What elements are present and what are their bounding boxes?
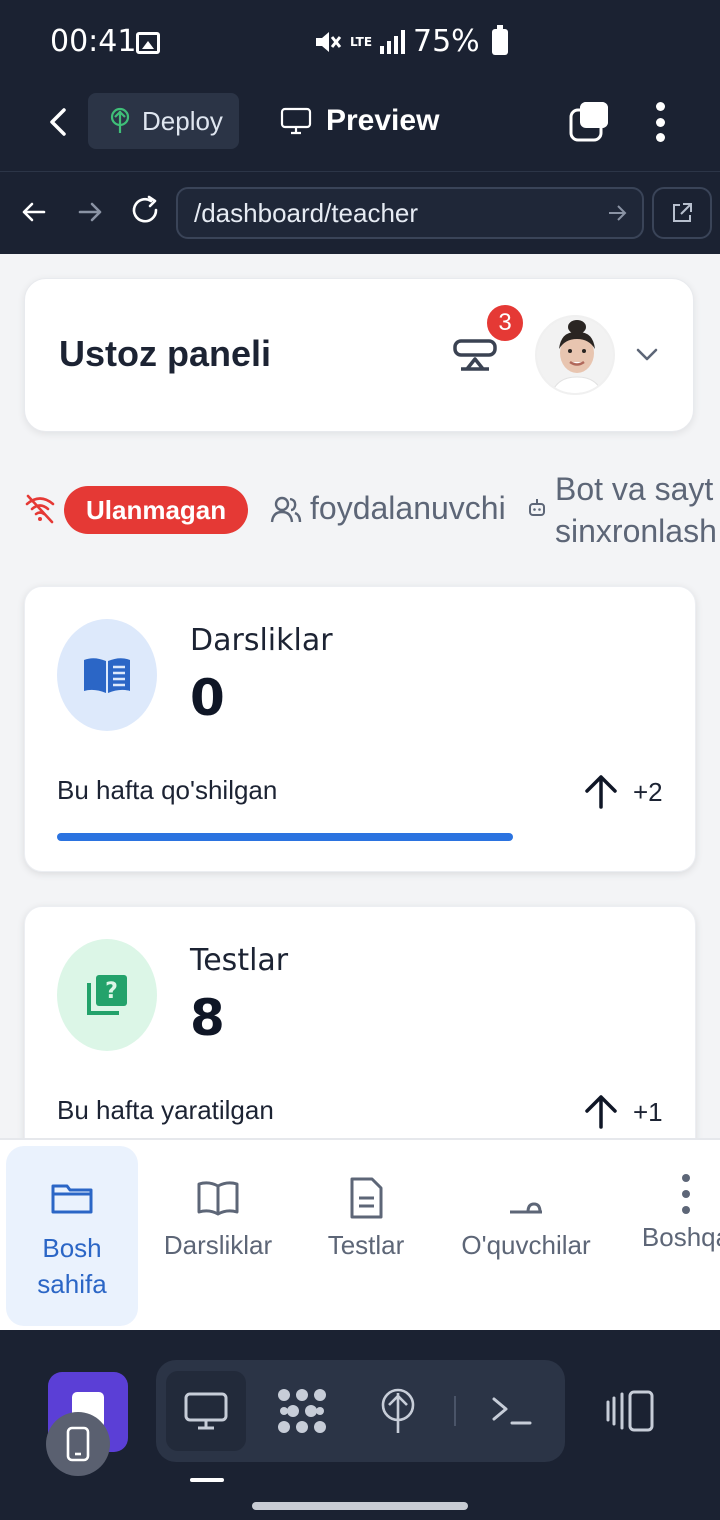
- browser-forward-icon[interactable]: [72, 194, 108, 230]
- progress-fill: [57, 833, 513, 841]
- page-title: Ustoz paneli: [59, 333, 272, 374]
- arrow-up-icon: [585, 775, 617, 809]
- stat-delta: +2: [633, 777, 663, 807]
- reload-icon[interactable]: [128, 194, 164, 230]
- status-right: LTE 75%: [312, 24, 508, 59]
- lte-indicator: LTE: [350, 34, 373, 49]
- divider: [454, 1396, 456, 1426]
- back-chevron-icon[interactable]: [40, 102, 80, 142]
- status-bar: 00:41 LTE 75%: [0, 0, 720, 80]
- nav-label: Bosh sahifa: [37, 1233, 107, 1299]
- users-icon: [270, 496, 302, 523]
- deploy-icon: [110, 107, 130, 133]
- avatar[interactable]: [535, 315, 615, 395]
- arrow-up-icon: [585, 1095, 617, 1129]
- sync-label-line1: Bot va sayt: [555, 471, 714, 507]
- terminal-icon: [492, 1397, 532, 1425]
- sync-label-line2: sinxronlash: [555, 513, 717, 549]
- presentation-icon[interactable]: [451, 333, 499, 373]
- stat-subtitle: Bu hafta qo'shilgan: [57, 775, 278, 805]
- monitor-icon: [184, 1392, 228, 1430]
- deploy-label: Deploy: [142, 105, 223, 136]
- stat-delta: +1: [633, 1097, 663, 1127]
- stat-icon-container: [57, 619, 157, 731]
- students-icon: [510, 1202, 542, 1214]
- nav-item-darsliklar[interactable]: Darsliklar: [150, 1146, 286, 1326]
- progress-bar: [57, 833, 637, 841]
- sync-label[interactable]: Bot va sayt sinxronlash: [555, 468, 717, 552]
- dev-toolbar: [0, 1330, 720, 1520]
- deploy-icon: [381, 1388, 415, 1433]
- preview-tab[interactable]: Preview: [280, 93, 439, 149]
- stat-label: Testlar: [190, 943, 289, 978]
- home-indicator[interactable]: [252, 1502, 468, 1510]
- header-card: Ustoz paneli 3: [24, 278, 694, 432]
- gallery-notification-icon: [136, 32, 160, 54]
- go-arrow-icon[interactable]: [606, 202, 628, 224]
- svg-text:?: ?: [105, 979, 118, 1004]
- book-open-icon: [197, 1181, 239, 1216]
- stat-label: Darsliklar: [190, 623, 333, 658]
- chevron-down-icon[interactable]: [633, 341, 661, 369]
- nodes-icon: [278, 1389, 326, 1433]
- app-toolbar: Deploy Preview: [0, 80, 720, 172]
- battery-icon: [491, 24, 508, 55]
- nav-label: Boshqa: [641, 1222, 720, 1252]
- tabs-icon[interactable]: [568, 100, 612, 144]
- nav-label: O'quvchilar: [461, 1230, 591, 1260]
- status-time: 00:41: [50, 24, 137, 59]
- nav-label: Testlar: [327, 1230, 405, 1260]
- external-link-icon: [673, 203, 692, 222]
- url-text: /dashboard/teacher: [194, 197, 419, 228]
- nav-item-boshqa[interactable]: Boshqa: [626, 1146, 720, 1326]
- stat-card-darsliklar[interactable]: Darsliklar 0 Bu hafta qo'shilgan +2: [24, 586, 696, 872]
- split-view-icon[interactable]: [604, 1388, 656, 1434]
- signal-icon: [380, 29, 405, 54]
- folder-icon: [51, 1184, 93, 1214]
- deploy-button[interactable]: Deploy: [88, 93, 239, 149]
- browser-bar: /dashboard/teacher: [0, 172, 720, 254]
- users-count-label: foydalanuvchi: [310, 490, 506, 526]
- document-icon: [350, 1177, 383, 1219]
- deploy-tool-button[interactable]: [358, 1371, 438, 1451]
- book-icon: [84, 658, 130, 693]
- more-icon: [682, 1174, 690, 1214]
- open-external-button[interactable]: [652, 187, 712, 239]
- preview-label: Preview: [326, 104, 440, 137]
- bot-icon: [529, 499, 545, 516]
- phone-icon: [66, 1426, 90, 1462]
- preview-tool-button[interactable]: [166, 1371, 246, 1451]
- notification-badge: 3: [485, 303, 525, 343]
- url-input[interactable]: /dashboard/teacher: [176, 187, 644, 239]
- status-badge: Ulanmagan: [64, 486, 249, 534]
- avatar-image: [537, 317, 613, 393]
- device-toggle-button[interactable]: [46, 1412, 110, 1476]
- browser-back-icon[interactable]: [16, 194, 52, 230]
- battery-percent: 75%: [413, 24, 480, 59]
- monitor-icon: [280, 107, 312, 135]
- terminal-tool-button[interactable]: [472, 1371, 552, 1451]
- workflow-tool-button[interactable]: [262, 1371, 342, 1451]
- stat-value: 8: [190, 989, 225, 1047]
- page-content: Ustoz paneli 3 Ulanmagan foydalanuvchi B…: [0, 254, 720, 1138]
- nav-item-oquvchilar[interactable]: O'quvchilar: [446, 1146, 606, 1326]
- stat-value: 0: [190, 669, 225, 727]
- stat-card-testlar[interactable]: ? Testlar 8 Bu hafta yaratilgan +1: [24, 906, 696, 1138]
- tool-group: [156, 1360, 565, 1462]
- active-tool-indicator: [190, 1478, 224, 1482]
- nav-label: Darsliklar: [163, 1230, 273, 1260]
- stat-subtitle: Bu hafta yaratilgan: [57, 1095, 274, 1125]
- nav-item-testlar[interactable]: Testlar: [306, 1146, 426, 1326]
- nav-item-bosh-sahifa[interactable]: Bosh sahifa: [6, 1146, 138, 1326]
- quiz-icon: ?: [87, 975, 127, 1015]
- mute-icon: [316, 31, 342, 52]
- wifi-off-icon: [25, 494, 55, 524]
- connection-status-row: Ulanmagan foydalanuvchi Bot va sayt sinx…: [24, 468, 720, 558]
- more-options-icon[interactable]: [644, 100, 676, 144]
- bottom-navigation: Bosh sahifa Darsliklar Testlar O'quvchil…: [0, 1138, 720, 1330]
- stat-icon-container: ?: [57, 939, 157, 1051]
